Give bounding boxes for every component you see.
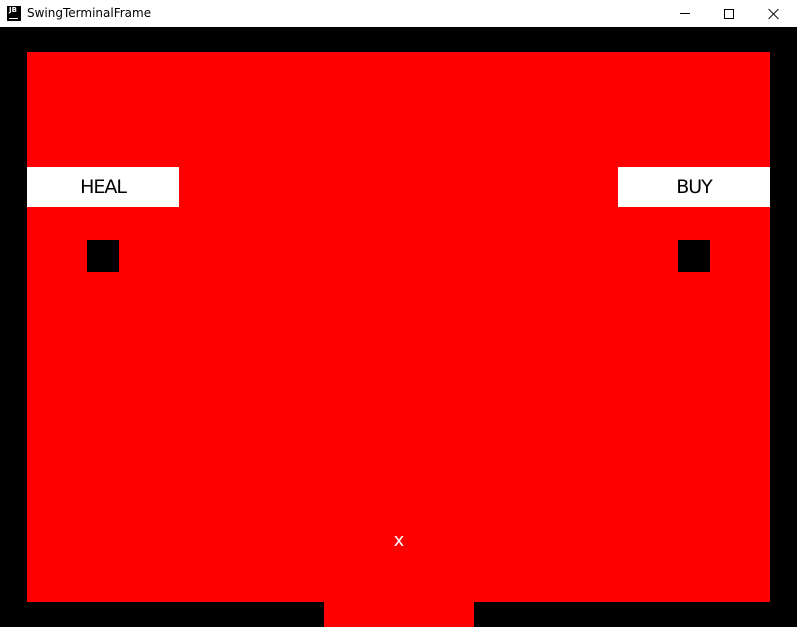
minimize-button[interactable]	[662, 0, 708, 27]
close-button[interactable]	[751, 0, 797, 27]
room-exit-door	[324, 602, 474, 627]
close-icon	[768, 8, 780, 20]
room-floor	[27, 52, 770, 602]
window-title: SwingTerminalFrame	[27, 6, 152, 20]
player-character: x	[393, 530, 405, 551]
buy-station-block	[678, 240, 710, 272]
maximize-button[interactable]	[706, 0, 752, 27]
maximize-icon	[724, 8, 734, 19]
window-titlebar: JB SwingTerminalFrame	[0, 0, 797, 27]
heal-sign: HEAL	[27, 167, 179, 207]
heal-station-block	[87, 240, 119, 272]
terminal-canvas[interactable]: HEAL BUY x	[0, 27, 797, 627]
app-icon: JB	[7, 6, 21, 21]
minimize-icon	[680, 13, 690, 14]
buy-sign: BUY	[618, 167, 770, 207]
